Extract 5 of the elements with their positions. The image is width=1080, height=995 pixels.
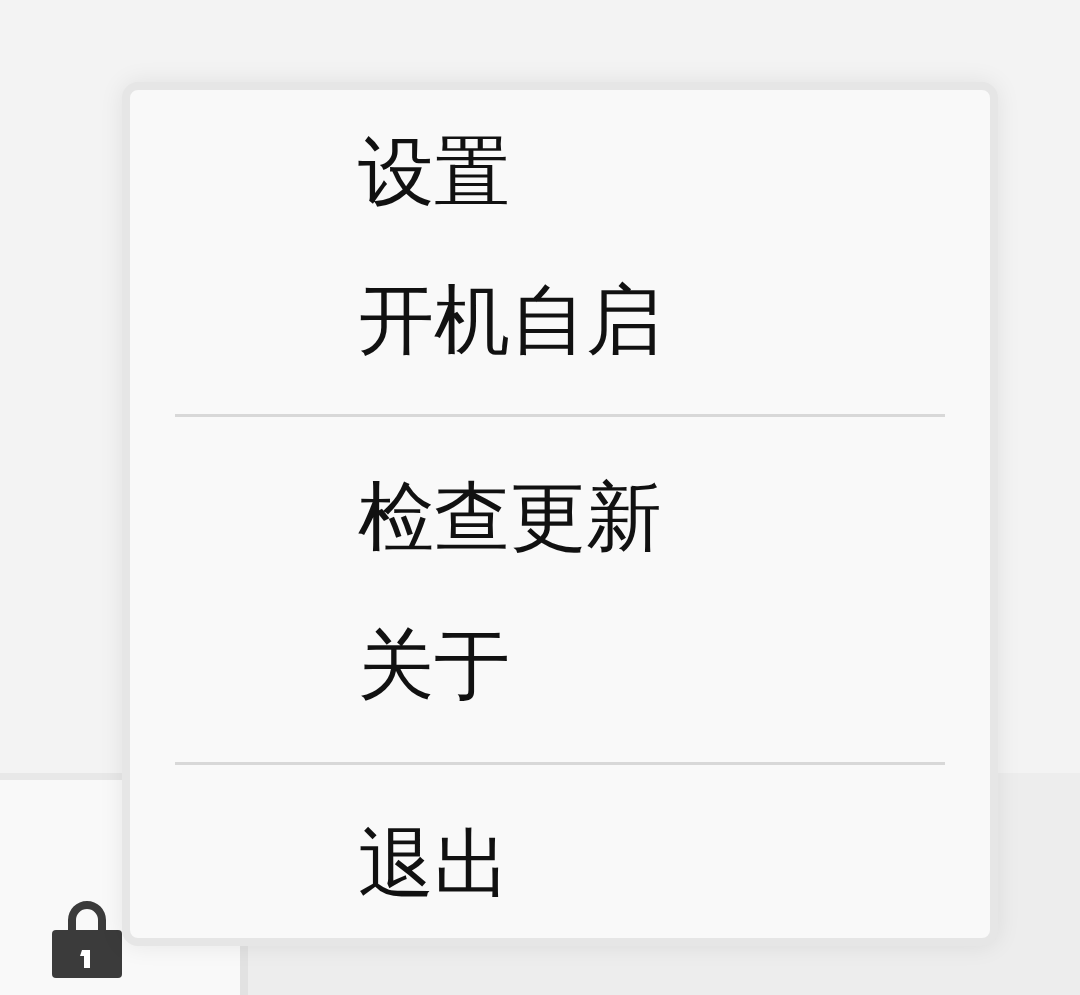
menu-item[interactable]: 关于: [130, 591, 990, 739]
menu-item[interactable]: 开机自启: [130, 246, 990, 394]
menu-item[interactable]: 设置: [130, 98, 990, 246]
menu-item[interactable]: 退出: [130, 790, 990, 938]
menu-item[interactable]: 检查更新: [130, 443, 990, 591]
